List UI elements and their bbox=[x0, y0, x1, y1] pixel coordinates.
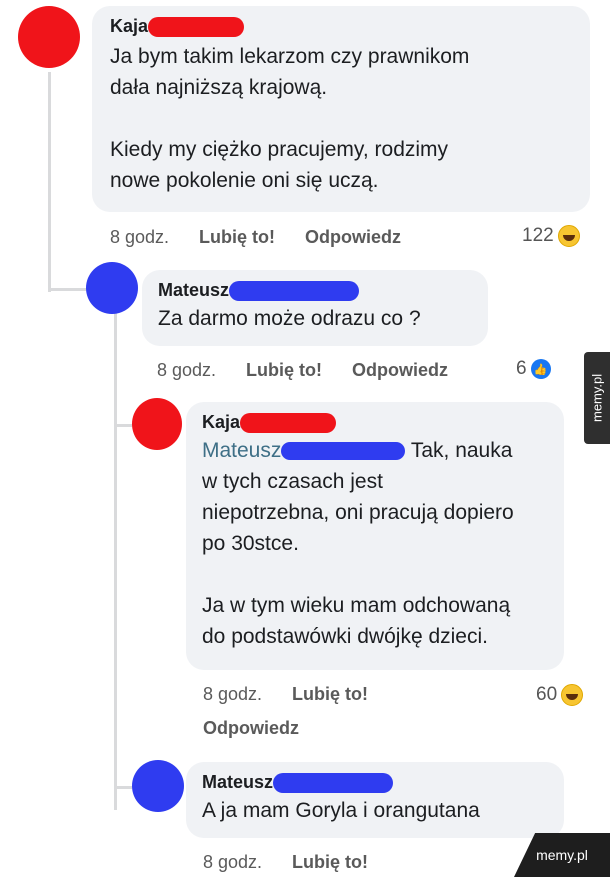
mention-link[interactable]: Mateusz bbox=[202, 439, 281, 462]
reaction-summary[interactable]: 122 bbox=[522, 225, 580, 247]
comment-meta: 8 godz. Lubię to! bbox=[203, 684, 368, 705]
avatar[interactable] bbox=[18, 6, 80, 68]
avatar[interactable] bbox=[86, 262, 138, 314]
comment-meta-reply: Odpowiedz bbox=[203, 718, 299, 739]
like-button[interactable]: Lubię to! bbox=[292, 684, 368, 705]
comment-author[interactable]: Kaja bbox=[110, 16, 148, 37]
comment-text: A ja mam Goryla i orangutana bbox=[202, 799, 480, 822]
comment-text-start: Tak, nauka bbox=[410, 439, 513, 462]
comment-bubble: Kaja Mateusz Tak, nauka w tych czasach j… bbox=[186, 402, 564, 670]
comment-author[interactable]: Kaja bbox=[202, 412, 240, 433]
redaction-mark bbox=[281, 442, 406, 461]
comment-time[interactable]: 8 godz. bbox=[157, 360, 216, 381]
redaction-mark bbox=[273, 772, 394, 793]
comment-text: Za darmo może odrazu co ? bbox=[158, 307, 421, 330]
reply-button[interactable]: Odpowiedz bbox=[305, 227, 401, 248]
comment-bubble: Mateusz Za darmo może odrazu co ? bbox=[142, 270, 488, 346]
reaction-count: 60 bbox=[536, 684, 558, 705]
haha-icon bbox=[557, 225, 580, 247]
comment-meta: 8 godz. Lubię to! Odpowiedz bbox=[110, 227, 401, 248]
comment-text: Ja bym takim lekarzom czy prawnikom dała… bbox=[110, 45, 470, 192]
reaction-summary[interactable]: 6 👍 bbox=[516, 358, 551, 380]
comment-time[interactable]: 8 godz. bbox=[110, 227, 169, 248]
comment-time[interactable]: 8 godz. bbox=[203, 684, 262, 705]
comment-text: w tych czasach jest niepotrzebna, oni pr… bbox=[202, 470, 514, 648]
reply-button[interactable]: Odpowiedz bbox=[203, 718, 299, 739]
reply-button[interactable]: Odpowiedz bbox=[352, 360, 448, 381]
comment-author[interactable]: Mateusz bbox=[158, 280, 229, 301]
thread-line-branch-2 bbox=[114, 424, 132, 427]
reaction-count: 6 bbox=[516, 358, 527, 379]
comment-meta: 8 godz. Lubię to! Odpowiedz bbox=[157, 360, 448, 381]
thread-line-branch-3 bbox=[114, 786, 132, 789]
thread-line-main bbox=[48, 72, 51, 292]
watermark: memy.pl bbox=[584, 352, 610, 444]
redaction-mark bbox=[229, 280, 360, 301]
redaction-mark bbox=[148, 16, 245, 37]
watermark: memy.pl bbox=[514, 833, 610, 877]
comment-bubble: Kaja Ja bym takim lekarzom czy prawnikom… bbox=[92, 6, 590, 212]
comment-time[interactable]: 8 godz. bbox=[203, 852, 262, 873]
redaction-mark bbox=[240, 412, 337, 433]
reaction-count: 122 bbox=[522, 225, 554, 246]
like-button[interactable]: Lubię to! bbox=[246, 360, 322, 381]
haha-icon bbox=[561, 684, 584, 706]
comment-meta: 8 godz. Lubię to! bbox=[203, 852, 368, 873]
avatar[interactable] bbox=[132, 398, 182, 450]
avatar[interactable] bbox=[132, 760, 184, 812]
like-button[interactable]: Lubię to! bbox=[199, 227, 275, 248]
comment-author[interactable]: Mateusz bbox=[202, 772, 273, 793]
like-button[interactable]: Lubię to! bbox=[292, 852, 368, 873]
like-icon: 👍 bbox=[530, 359, 551, 379]
thread-line-reply bbox=[114, 310, 117, 810]
reaction-summary[interactable]: 60 bbox=[536, 684, 584, 706]
comment-bubble: Mateusz A ja mam Goryla i orangutana bbox=[186, 762, 564, 838]
thread-line-branch bbox=[48, 288, 86, 291]
